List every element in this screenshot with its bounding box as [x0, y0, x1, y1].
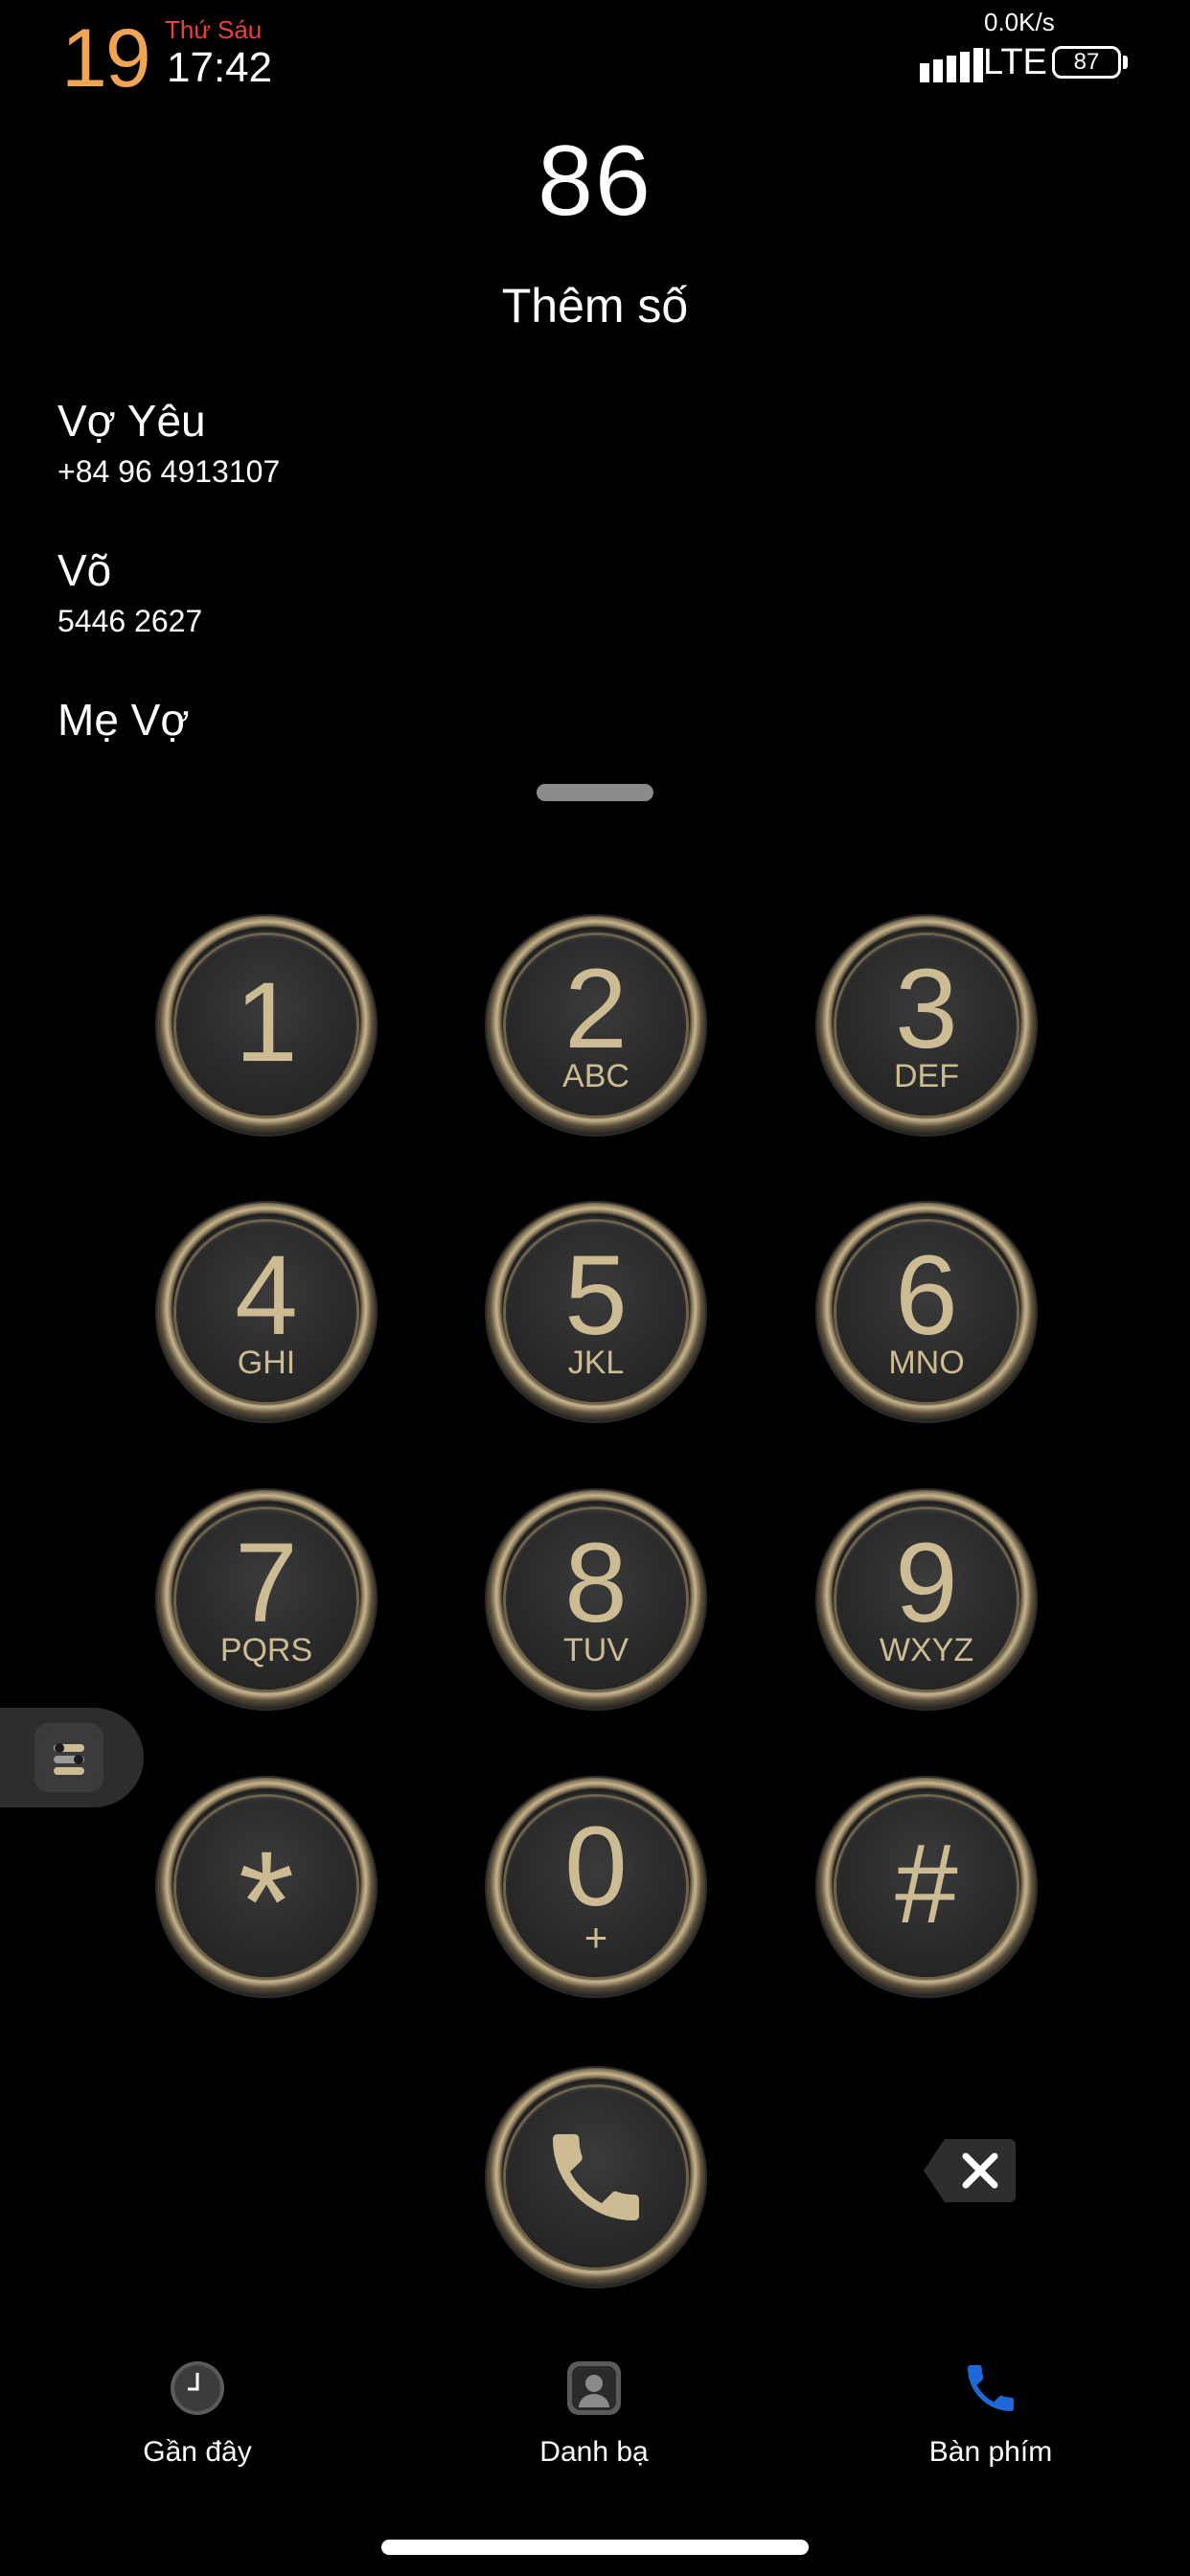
key-5[interactable]: 5 JKL — [485, 1201, 707, 1423]
key-6[interactable]: 6 MNO — [815, 1201, 1038, 1423]
key-digit: 8 — [564, 1520, 628, 1646]
battery-level: 87 — [1073, 49, 1100, 75]
key-7[interactable]: 7 PQRS — [155, 1488, 378, 1711]
battery-icon: 87 — [1052, 46, 1121, 79]
key-4[interactable]: 4 GHI — [155, 1201, 378, 1423]
key-hash[interactable]: # — [815, 1776, 1038, 1998]
key-letters: GHI — [237, 1345, 296, 1381]
floating-toolbox-tab[interactable] — [0, 1708, 144, 1807]
key-letters: + — [584, 1915, 608, 1960]
key-9[interactable]: 9 WXYZ — [815, 1488, 1038, 1711]
suggestion-number: 5446 2627 — [57, 604, 203, 638]
key-8[interactable]: 8 TUV — [485, 1488, 707, 1711]
drag-handle[interactable] — [537, 784, 653, 801]
key-digit: 0 — [564, 1804, 628, 1930]
key-letters: JKL — [567, 1345, 625, 1381]
key-digit: 5 — [564, 1232, 628, 1359]
toolbox-icon — [34, 1723, 103, 1792]
suggestion-number: +84 96 4913107 — [57, 454, 281, 489]
key-digit: * — [238, 1821, 295, 1982]
net-speed: 0.0K/s — [984, 8, 1055, 36]
suggestion-item[interactable]: Vợ Yêu +84 96 4913107 — [57, 395, 280, 490]
key-3[interactable]: 3 DEF — [815, 914, 1038, 1137]
key-letters: PQRS — [219, 1632, 313, 1668]
key-digit: 4 — [235, 1232, 298, 1359]
weekday-label: Thứ Sáu — [165, 15, 263, 44]
nav-label: Bàn phím — [928, 2436, 1053, 2468]
suggestion-name: Võ — [57, 545, 112, 595]
nav-label: Gần đây — [143, 2436, 252, 2468]
clock-time: 17:42 — [167, 44, 273, 91]
key-letters: DEF — [894, 1058, 959, 1094]
backspace-icon[interactable] — [922, 2135, 1018, 2206]
nav-recent[interactable]: Gần đây — [54, 2358, 341, 2469]
key-digit: 1 — [235, 959, 298, 1086]
suggestion-item[interactable]: Võ 5446 2627 — [57, 544, 202, 639]
key-star[interactable]: * — [155, 1776, 378, 1998]
home-indicator[interactable] — [381, 2540, 809, 2555]
phone-icon — [553, 2134, 639, 2220]
key-0[interactable]: 0 + — [485, 1776, 707, 1998]
key-digit: 2 — [564, 946, 628, 1072]
key-digit: 3 — [895, 946, 958, 1072]
network-type: LTE — [983, 42, 1047, 82]
key-letters: ABC — [562, 1058, 629, 1094]
key-letters: TUV — [563, 1632, 629, 1668]
signal-icon — [920, 48, 983, 82]
nav-label: Danh bạ — [539, 2436, 649, 2468]
contacts-icon — [567, 2361, 621, 2415]
nav-contacts[interactable]: Danh bạ — [450, 2358, 738, 2469]
key-2[interactable]: 2 ABC — [485, 914, 707, 1137]
dialed-number[interactable]: 86 — [0, 125, 1190, 239]
suggestion-name: Mẹ Vợ — [57, 695, 190, 745]
key-letters: WXYZ — [879, 1632, 974, 1668]
add-number-button[interactable]: Thêm số — [0, 278, 1190, 334]
suggestion-item[interactable]: Mẹ Vợ — [57, 694, 190, 746]
phone-keypad-icon — [968, 2365, 1014, 2411]
key-digit: # — [895, 1821, 958, 1947]
key-letters: MNO — [888, 1345, 965, 1381]
key-digit: 7 — [235, 1520, 298, 1646]
date-number: 19 — [61, 12, 151, 104]
key-1[interactable]: 1 — [155, 914, 378, 1137]
key-digit: 6 — [895, 1232, 958, 1359]
clock-icon — [171, 2361, 224, 2415]
nav-keypad[interactable]: Bàn phím — [847, 2358, 1134, 2469]
key-digit: 9 — [895, 1520, 958, 1646]
call-button[interactable] — [485, 2066, 707, 2288]
suggestion-name: Vợ Yêu — [57, 396, 206, 446]
battery-tip — [1123, 56, 1128, 69]
